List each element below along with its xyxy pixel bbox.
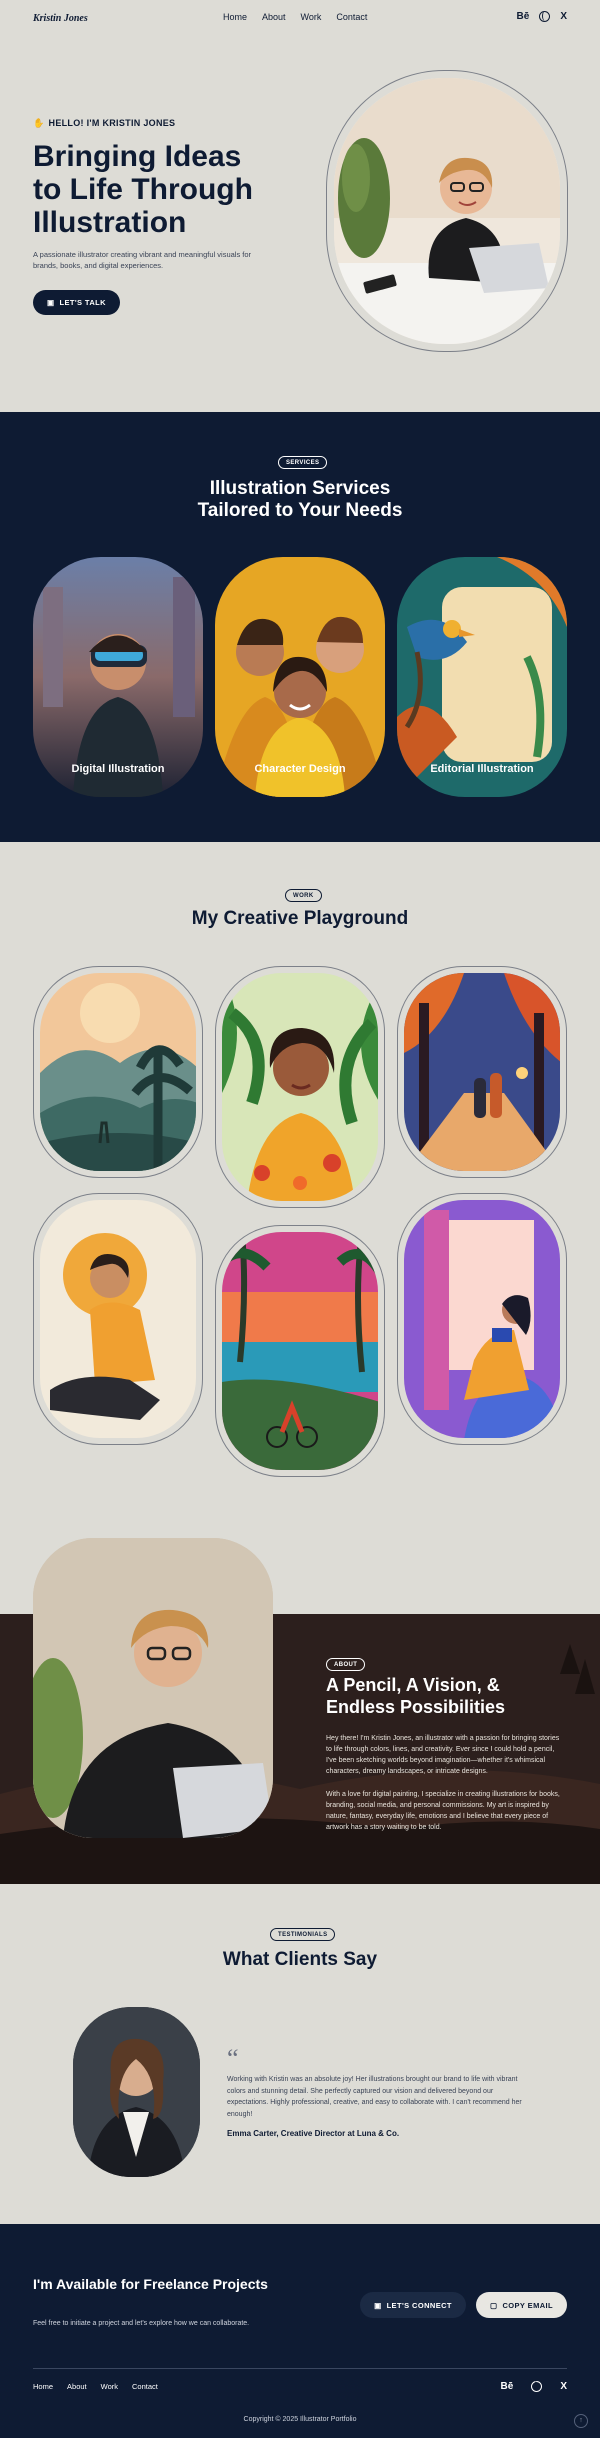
nav-contact[interactable]: Contact [336, 12, 367, 22]
footer-subtitle: Feel free to initiate a project and let'… [33, 2320, 250, 2327]
footer-section: I'm Available for Freelance Projects Fee… [0, 2224, 600, 2438]
nav-menu: Home About Work Contact [223, 12, 367, 22]
service-label: Editorial Illustration [430, 763, 534, 775]
nav-social: Bē X [517, 11, 567, 22]
about-title-line: Endless Possibilities [326, 1697, 506, 1717]
work-image [222, 1232, 378, 1470]
about-title: A Pencil, A Vision, & Endless Possibilit… [326, 1674, 566, 1718]
nav-about[interactable]: About [262, 12, 286, 22]
about-section: ABOUT A Pencil, A Vision, & Endless Poss… [0, 1522, 600, 1884]
page: Kristin Jones Home About Work Contact Bē… [0, 0, 600, 2438]
dribbble-icon[interactable] [531, 2381, 543, 2392]
service-card-character[interactable]: Character Design [215, 557, 385, 797]
work-item-beach-cyclists[interactable] [215, 1225, 385, 1477]
testimonials-section: TESTIMONIALS What Clients Say “ Working … [0, 1884, 600, 2224]
about-paragraph-1: Hey there! I'm Kristin Jones, an illustr… [326, 1735, 560, 1775]
footer-link-home[interactable]: Home [33, 2382, 53, 2391]
behance-icon[interactable]: Bē [517, 11, 530, 22]
testimonial-author: Emma Carter, Creative Director at Luna &… [227, 2129, 400, 2138]
hero-title-line: to Life Through [33, 173, 253, 206]
services-badge: SERVICES [278, 456, 328, 469]
copyright: Copyright © 2025 Illustrator Portfolio [243, 2416, 357, 2423]
footer-link-work[interactable]: Work [101, 2382, 118, 2391]
footer-divider [33, 2368, 567, 2369]
service-label: Digital Illustration [71, 763, 165, 775]
lets-connect-button[interactable]: ▣ LET'S CONNECT [360, 2292, 466, 2318]
chat-icon: ▣ [374, 2300, 382, 2310]
services-title-line: Illustration Services [209, 478, 391, 499]
work-item-woman-portrait[interactable] [215, 966, 385, 1208]
about-title-line: A Pencil, A Vision, & [326, 1675, 500, 1695]
services-title: Illustration Services Tailored to Your N… [0, 478, 600, 522]
top-nav: Kristin Jones Home About Work Contact Bē… [0, 0, 600, 36]
chat-icon: ▣ [47, 298, 55, 307]
testimonial-quote: Working with Kristin was an absolute joy… [227, 2076, 522, 2118]
testimonials-title: What Clients Say [222, 1949, 378, 1970]
client-portrait-image [73, 2007, 200, 2177]
copy-email-label: COPY EMAIL [502, 2300, 554, 2310]
behance-icon[interactable]: Bē [501, 2381, 514, 2392]
footer-link-contact[interactable]: Contact [132, 2382, 158, 2391]
service-card-digital[interactable]: Digital Illustration [33, 557, 203, 797]
hero-title: Bringing Ideas to Life Through Illustrat… [33, 140, 333, 239]
hero-title-line: Bringing Ideas [33, 140, 242, 173]
lets-connect-label: LET'S CONNECT [386, 2300, 452, 2310]
work-image [404, 973, 560, 1171]
about-paragraph-2: With a love for digital painting, I spec… [326, 1791, 560, 1831]
service-card-editorial[interactable]: Editorial Illustration [397, 557, 567, 797]
hero-portrait-frame [326, 70, 568, 352]
lets-talk-button[interactable]: ▣ LET'S TALK [33, 290, 120, 315]
copy-email-button[interactable]: ▢ COPY EMAIL [476, 2292, 567, 2318]
about-portrait-image [33, 1538, 273, 1838]
quote-icon: “ [227, 2044, 239, 2073]
back-to-top-icon[interactable]: ↑ [574, 2414, 588, 2428]
work-item-man-profile[interactable] [33, 1193, 203, 1445]
footer-title: I'm Available for Freelance Projects [33, 2276, 268, 2292]
work-image [40, 973, 196, 1171]
wave-hand-icon: ✋ [33, 118, 45, 128]
testimonials-badge: TESTIMONIALS [270, 1928, 336, 1941]
x-twitter-icon[interactable]: X [560, 2381, 567, 2392]
work-title: My Creative Playground [191, 908, 409, 929]
footer-social: Bē X [501, 2381, 567, 2392]
x-twitter-icon[interactable]: X [560, 11, 567, 22]
work-item-reading-woman[interactable] [397, 1193, 567, 1445]
lets-talk-label: LET'S TALK [59, 298, 106, 307]
service-label: Character Design [254, 763, 346, 775]
work-item-autumn-walk[interactable] [397, 966, 567, 1178]
site-logo[interactable]: Kristin Jones [33, 13, 88, 24]
hero-section: ✋ HELLO! I'M KRISTIN JONES Bringing Ideas… [0, 36, 600, 412]
work-image [40, 1200, 196, 1438]
about-badge: ABOUT [326, 1658, 366, 1671]
work-image [404, 1200, 560, 1438]
hero-title-line: Illustration [33, 206, 187, 239]
footer-link-about[interactable]: About [67, 2382, 87, 2391]
services-section: SERVICES Illustration Services Tailored … [0, 412, 600, 842]
nav-home[interactable]: Home [223, 12, 247, 22]
nav-work[interactable]: Work [301, 12, 322, 22]
work-section: WORK My Creative Playground [0, 842, 600, 1522]
work-badge: WORK [285, 889, 322, 902]
hero-eyebrow-text: HELLO! I'M KRISTIN JONES [48, 118, 176, 128]
services-title-line: Tailored to Your Needs [197, 500, 403, 521]
footer-menu: Home About Work Contact [33, 2382, 158, 2391]
hero-portrait-image [334, 78, 560, 344]
work-image [222, 973, 378, 1201]
work-item-landscape[interactable] [33, 966, 203, 1178]
dribbble-icon[interactable] [539, 11, 551, 22]
copy-icon: ▢ [489, 2300, 498, 2310]
hero-description: A passionate illustrator creating vibran… [33, 250, 252, 270]
hero-eyebrow: ✋ HELLO! I'M KRISTIN JONES [33, 118, 175, 129]
